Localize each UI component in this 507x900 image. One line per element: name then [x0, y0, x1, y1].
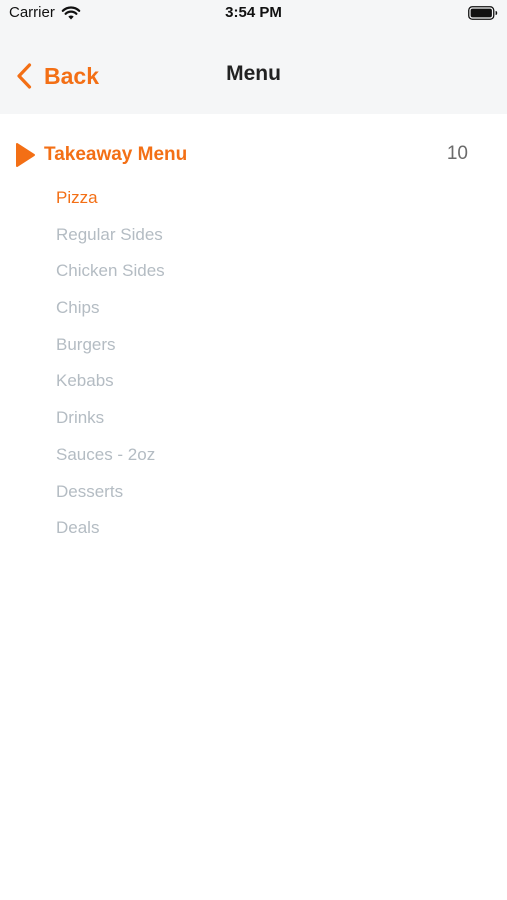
- subcategory-item-deals[interactable]: Deals: [56, 510, 165, 547]
- category-count: 10: [446, 143, 468, 164]
- status-time: 3:54 PM: [225, 4, 282, 21]
- app-screen: Carrier 3:54 PM Back Menu Takeaway Menu: [0, 0, 507, 900]
- category-title: Takeaway Menu: [44, 144, 188, 165]
- subcategory-list: Pizza Regular Sides Chicken Sides Chips …: [56, 180, 165, 547]
- subcategory-item-kebabs[interactable]: Kebabs: [56, 363, 165, 400]
- subcategory-item-chips[interactable]: Chips: [56, 290, 165, 327]
- subcategory-item-pizza[interactable]: Pizza: [56, 180, 165, 217]
- subcategory-item-chicken-sides[interactable]: Chicken Sides: [56, 253, 165, 290]
- subcategory-item-drinks[interactable]: Drinks: [56, 400, 165, 437]
- navigation-bar: Back Menu: [0, 38, 507, 114]
- subcategory-item-sauces[interactable]: Sauces - 2oz: [56, 437, 165, 474]
- status-bar: Carrier 3:54 PM: [0, 0, 507, 38]
- play-icon: [16, 143, 35, 167]
- subcategory-item-desserts[interactable]: Desserts: [56, 474, 165, 511]
- battery-icon: [468, 6, 498, 20]
- page-title: Menu: [226, 62, 281, 85]
- subcategory-item-regular-sides[interactable]: Regular Sides: [56, 217, 165, 254]
- subcategory-item-burgers[interactable]: Burgers: [56, 327, 165, 364]
- category-takeaway-menu[interactable]: Takeaway Menu 10: [14, 140, 474, 170]
